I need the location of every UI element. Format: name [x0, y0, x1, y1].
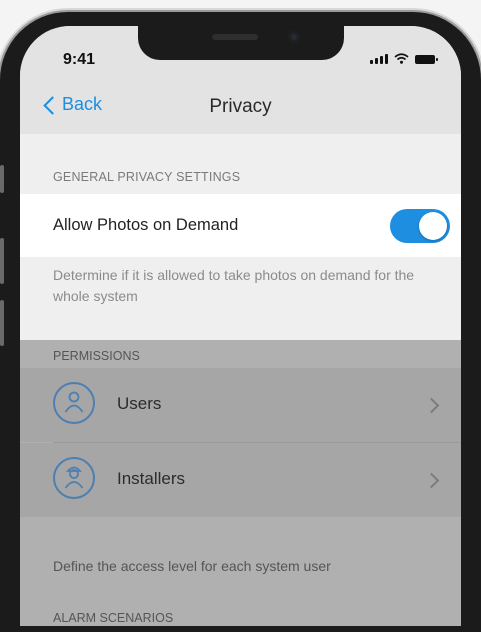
section-header-alarm-scenarios: ALARM SCENARIOS	[53, 611, 174, 625]
general-privacy-section: GENERAL PRIVACY SETTINGS Allow Photos on…	[20, 134, 461, 340]
phone-screen: 9:41 Back Privacy GENERAL PRIVACY SETTIN…	[20, 26, 461, 626]
notch	[138, 26, 344, 60]
phone-volume-up-button	[0, 238, 4, 284]
section-header-permissions: PERMISSIONS	[53, 349, 140, 363]
status-icons	[370, 53, 438, 64]
installer-icon	[53, 457, 95, 499]
wifi-icon	[394, 53, 409, 64]
toggle-knob	[419, 212, 447, 240]
permission-item-users[interactable]: Users	[20, 368, 461, 442]
permission-label-installers: Installers	[117, 469, 186, 488]
earpiece-speaker	[212, 34, 258, 40]
allow-photos-label: Allow Photos on Demand	[53, 216, 239, 234]
page-title: Privacy	[209, 96, 272, 117]
phone-volume-down-button	[0, 300, 4, 346]
allow-photos-row: Allow Photos on Demand	[20, 194, 461, 257]
front-camera	[288, 31, 300, 43]
allow-photos-toggle[interactable]	[390, 209, 450, 243]
permissions-footer: Define the access level for each system …	[53, 558, 331, 574]
navigation-bar: Back Privacy	[20, 70, 461, 134]
phone-mute-switch	[0, 165, 4, 193]
battery-icon	[415, 55, 438, 64]
permission-item-installers[interactable]: Installers	[20, 443, 461, 517]
allow-photos-description: Determine if it is allowed to take photo…	[53, 267, 415, 304]
chevron-right-icon	[423, 472, 440, 489]
permission-label-users: Users	[117, 394, 162, 413]
cellular-signal-icon	[370, 54, 388, 64]
status-time: 9:41	[63, 51, 96, 68]
dimmed-content: PERMISSIONS Users Installers Define the …	[20, 340, 461, 626]
chevron-right-icon	[423, 397, 440, 414]
user-icon	[53, 382, 95, 424]
section-header-general: GENERAL PRIVACY SETTINGS	[53, 170, 241, 184]
